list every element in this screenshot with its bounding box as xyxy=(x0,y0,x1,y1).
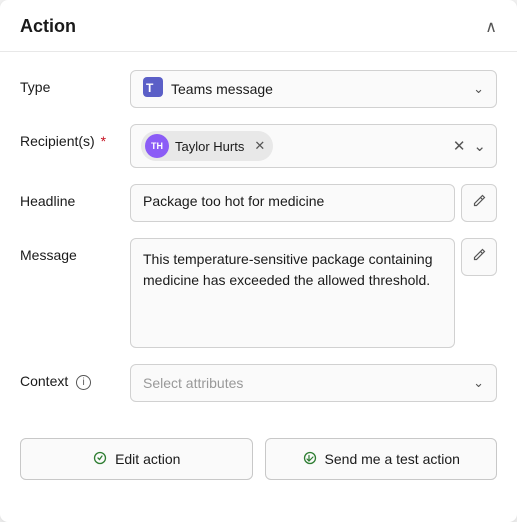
context-placeholder: Select attributes xyxy=(143,375,243,391)
recipient-clear-icon[interactable]: ✕ xyxy=(453,137,466,155)
type-row: Type T Teams message ⌄ xyxy=(20,70,497,108)
context-control: Select attributes ⌄ xyxy=(130,364,497,402)
headline-edit-button[interactable] xyxy=(461,184,497,222)
panel-title: Action xyxy=(20,16,76,37)
recipient-chevron-icon[interactable]: ⌄ xyxy=(473,137,486,155)
context-chevron-icon: ⌄ xyxy=(473,375,484,391)
headline-control: Package too hot for medicine xyxy=(130,184,497,222)
context-row: Context i Select attributes ⌄ xyxy=(20,364,497,402)
edit-action-button[interactable]: Edit action xyxy=(20,438,253,480)
edit-action-icon xyxy=(92,450,108,469)
avatar: TH xyxy=(145,134,169,158)
message-row: Message This temperature-sensitive packa… xyxy=(20,238,497,348)
headline-row: Headline Package too hot for medicine xyxy=(20,184,497,222)
type-dropdown[interactable]: T Teams message ⌄ xyxy=(130,70,497,108)
collapse-icon[interactable]: ∧ xyxy=(485,17,497,37)
type-label: Type xyxy=(20,70,130,95)
type-dropdown-left: T Teams message xyxy=(143,77,273,102)
teams-icon: T xyxy=(143,77,163,102)
test-action-icon xyxy=(302,450,318,469)
message-edit-icon xyxy=(471,247,487,268)
message-control: This temperature-sensitive package conta… xyxy=(130,238,497,348)
context-info-icon: i xyxy=(76,375,91,390)
test-action-button[interactable]: Send me a test action xyxy=(265,438,498,480)
headline-edit-icon xyxy=(471,193,487,214)
headline-label: Headline xyxy=(20,184,130,209)
recipients-label: Recipient(s) * xyxy=(20,124,130,149)
recipients-row: Recipient(s) * TH Taylor Hurts ✕ ✕ ⌄ xyxy=(20,124,497,168)
recipients-control: TH Taylor Hurts ✕ ✕ ⌄ xyxy=(130,124,497,168)
action-panel: Action ∧ Type T Teams message xyxy=(0,0,517,522)
type-value: Teams message xyxy=(171,81,273,97)
recipient-actions: ✕ ⌄ xyxy=(453,137,486,155)
message-label: Message xyxy=(20,238,130,263)
context-dropdown[interactable]: Select attributes ⌄ xyxy=(130,364,497,402)
recipients-box[interactable]: TH Taylor Hurts ✕ ✕ ⌄ xyxy=(130,124,497,168)
message-wrapper: This temperature-sensitive package conta… xyxy=(130,238,497,348)
form-body: Type T Teams message ⌄ xyxy=(0,52,517,402)
required-marker: * xyxy=(97,133,106,149)
context-label: Context i xyxy=(20,364,130,390)
edit-action-label: Edit action xyxy=(115,451,180,467)
recipient-remove-icon[interactable]: ✕ xyxy=(254,138,265,154)
panel-header: Action ∧ xyxy=(0,0,517,52)
type-control: T Teams message ⌄ xyxy=(130,70,497,108)
recipient-name: Taylor Hurts xyxy=(175,139,244,154)
test-action-label: Send me a test action xyxy=(325,451,460,467)
footer: Edit action Send me a test action xyxy=(0,418,517,480)
headline-input-row: Package too hot for medicine xyxy=(130,184,497,222)
svg-text:T: T xyxy=(146,81,154,95)
headline-input[interactable]: Package too hot for medicine xyxy=(130,184,455,222)
type-chevron-icon: ⌄ xyxy=(473,81,484,97)
recipient-tag: TH Taylor Hurts ✕ xyxy=(141,131,273,161)
message-input[interactable]: This temperature-sensitive package conta… xyxy=(130,238,455,348)
message-edit-button[interactable] xyxy=(461,238,497,276)
